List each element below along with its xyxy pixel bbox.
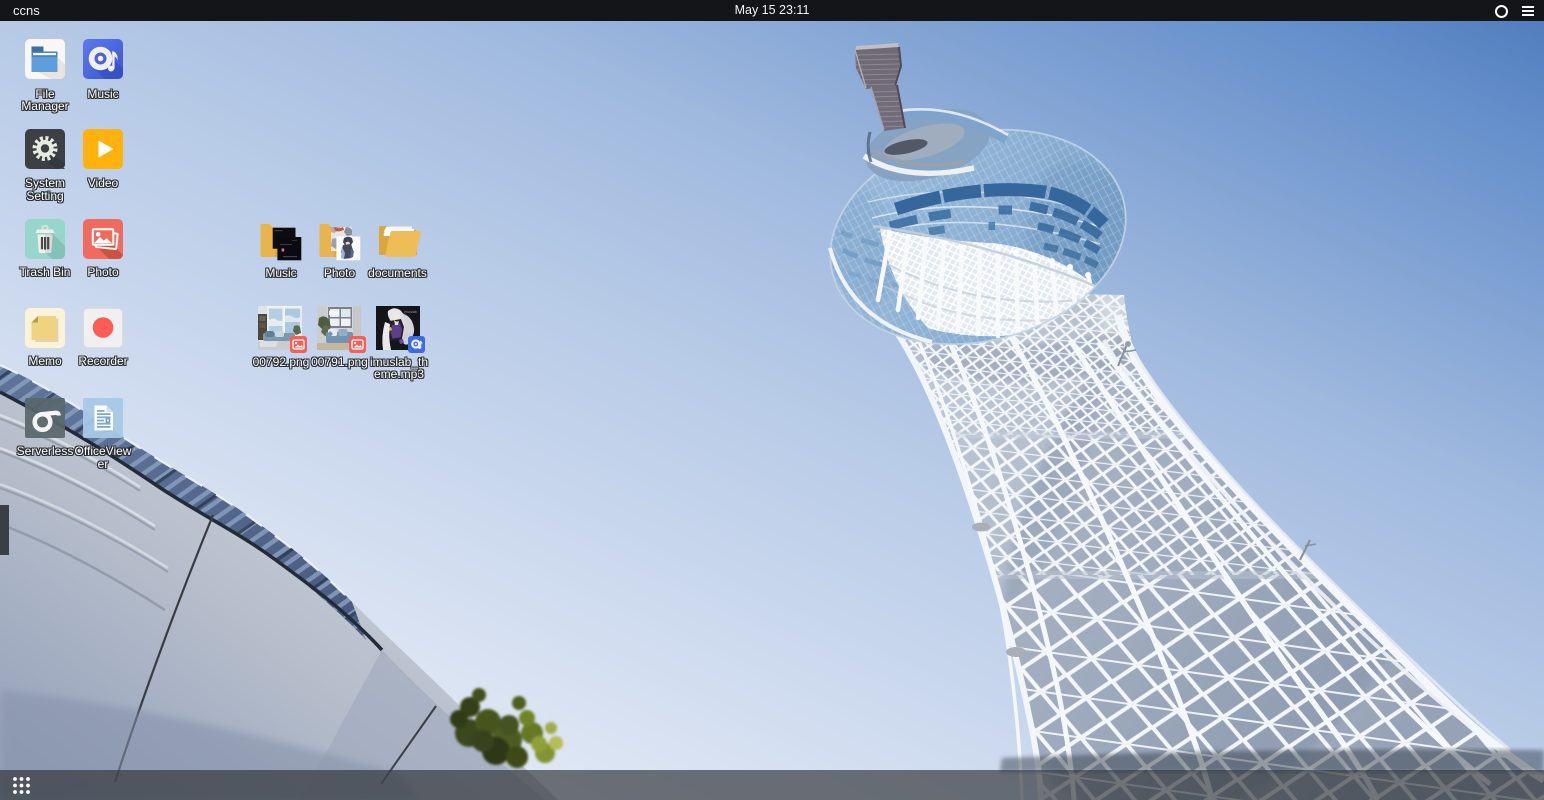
svg-text:imuslab: imuslab [404, 310, 417, 314]
